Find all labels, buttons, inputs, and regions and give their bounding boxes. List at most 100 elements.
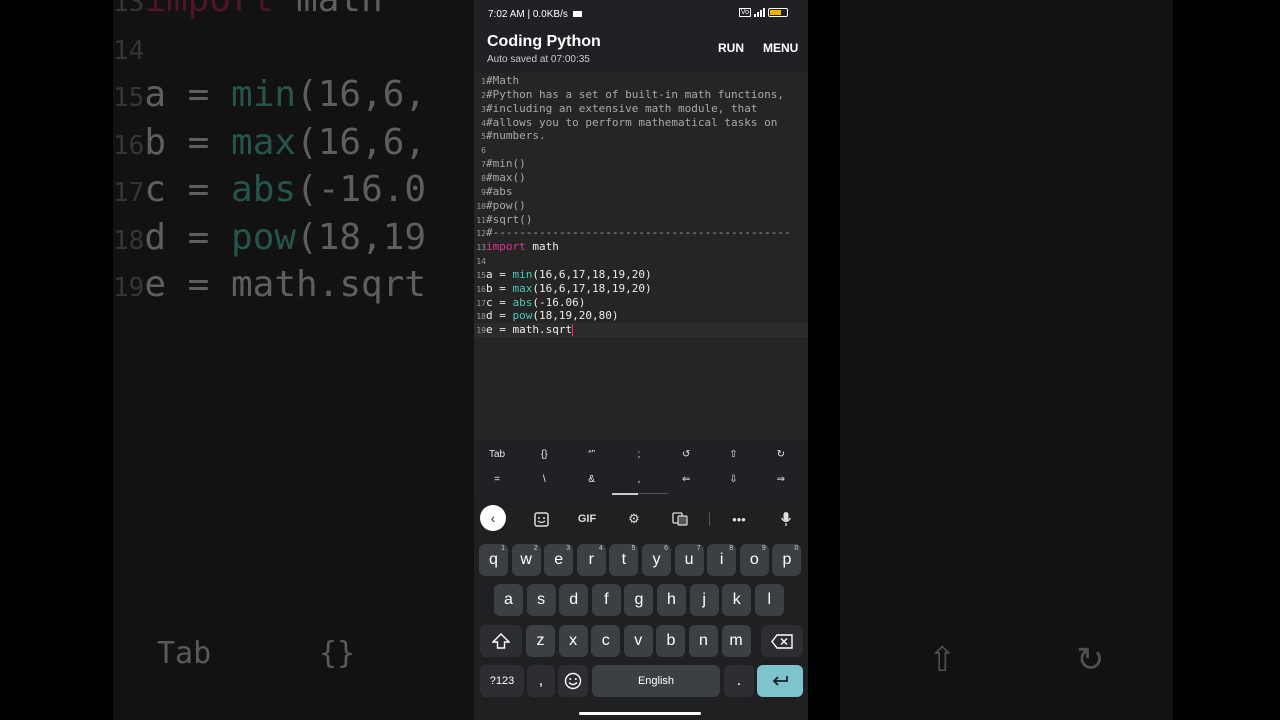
enter-key[interactable]	[757, 665, 803, 697]
translate-icon[interactable]	[665, 506, 695, 532]
code-token: #min()	[486, 157, 526, 171]
key-s[interactable]: s	[526, 584, 556, 616]
microphone-icon[interactable]	[771, 506, 801, 532]
background-code-token: c =	[144, 169, 232, 210]
key-number-hint: 0	[794, 545, 799, 552]
symbol-key[interactable]: {}	[524, 449, 564, 460]
key-f[interactable]: f	[591, 584, 621, 616]
symbol-key[interactable]: ↻	[761, 449, 801, 460]
key-b[interactable]: b	[656, 625, 686, 657]
key-o[interactable]: o9	[739, 544, 769, 576]
symbol-key[interactable]: ⇩	[714, 474, 754, 485]
key-r[interactable]: r4	[576, 544, 606, 576]
key-x[interactable]: x	[558, 625, 588, 657]
line-code: e = math.sqrt	[486, 323, 574, 337]
line-code: d = pow(18,19,20,80)	[486, 309, 618, 323]
symbols-key[interactable]: ?123	[480, 665, 524, 697]
key-w[interactable]: w2	[511, 544, 541, 576]
symbol-key[interactable]: =	[477, 474, 517, 485]
code-line[interactable]: 9 #abs	[474, 185, 808, 199]
key-e[interactable]: e3	[544, 544, 574, 576]
key-d[interactable]: d	[559, 584, 589, 616]
settings-gear-icon[interactable]: ⚙	[619, 506, 649, 532]
sticker-icon[interactable]	[526, 506, 556, 532]
key-c[interactable]: c	[591, 625, 621, 657]
key-u[interactable]: u7	[674, 544, 704, 576]
code-line[interactable]: 5 #numbers.	[474, 129, 808, 143]
menu-button[interactable]: MENU	[763, 41, 798, 55]
key-q[interactable]: q1	[479, 544, 508, 576]
code-line[interactable]: 11 #sqrt()	[474, 213, 808, 227]
key-k[interactable]: k	[722, 584, 752, 616]
key-n[interactable]: n	[689, 625, 718, 657]
code-line[interactable]: 16 b = max(16,6,17,18,19,20)	[474, 282, 808, 296]
keyboard-back-icon[interactable]: ‹	[480, 505, 506, 531]
symbol-bar-scroll-indicator	[612, 493, 638, 495]
code-token: (16,6,17,18,19,20)	[532, 267, 652, 281]
emoji-icon[interactable]	[558, 665, 588, 697]
background-code-line: 14	[113, 26, 426, 74]
background-line-number: 17	[113, 178, 145, 208]
space-key[interactable]: English	[592, 665, 720, 697]
code-line[interactable]: 13 import math	[474, 240, 808, 254]
code-editor[interactable]: 1 #Math 2 #Python has a set of built-in mat…	[474, 73, 808, 440]
symbol-key[interactable]: Tab	[477, 449, 517, 460]
code-line[interactable]: 19 e = math.sqrt	[474, 323, 808, 337]
key-m[interactable]: m	[721, 625, 751, 657]
comma-key[interactable]: ,	[527, 665, 555, 697]
gif-button[interactable]: GIF	[572, 506, 602, 532]
code-line[interactable]: 2 #Python has a set of built-in math func…	[474, 88, 808, 102]
background-code-token: (-16.0	[296, 169, 427, 210]
code-line[interactable]: 3 #including an extensive math module, th…	[474, 102, 808, 116]
code-line[interactable]: 4 #allows you to perform mathematical tas…	[474, 116, 808, 130]
background-code-line: 15a = min(16,6,	[113, 73, 426, 121]
status-time-text: 7:02 AM | 0.0KB/s	[488, 9, 568, 20]
code-line[interactable]: 15 a = min(16,6,17,18,19,20)	[474, 268, 808, 282]
code-line[interactable]: 17 c = abs(-16.06)	[474, 296, 808, 310]
gesture-nav-bar[interactable]	[579, 712, 701, 715]
symbol-key[interactable]: &	[572, 474, 612, 485]
code-token: pow	[512, 309, 533, 323]
key-label: w	[520, 551, 532, 568]
period-key[interactable]: .	[724, 665, 754, 697]
volte-icon: Vo	[738, 8, 751, 17]
symbol-key[interactable]: ⇧	[714, 449, 754, 460]
symbol-key[interactable]: ⇒	[761, 474, 801, 485]
key-number-hint: 6	[664, 545, 668, 552]
code-token: #abs	[486, 184, 513, 198]
key-j[interactable]: j	[689, 584, 719, 616]
code-line[interactable]: 1 #Math	[474, 74, 808, 88]
shift-key[interactable]	[480, 625, 522, 657]
key-h[interactable]: h	[657, 584, 686, 616]
key-p[interactable]: p0	[772, 544, 802, 576]
symbol-key[interactable]: ⇐	[666, 474, 706, 485]
code-line[interactable]: 8 #max()	[474, 171, 808, 185]
background-code: 13import math14 15a = min(16,6,16b = max…	[113, 0, 426, 311]
code-line[interactable]: 18 d = pow(18,19,20,80)	[474, 309, 808, 323]
symbol-key[interactable]: ;	[619, 449, 659, 460]
code-token: min	[512, 267, 533, 281]
line-number: 19	[476, 326, 486, 336]
key-z[interactable]: z	[526, 625, 555, 657]
more-options-icon[interactable]: •••	[724, 506, 754, 532]
key-g[interactable]: g	[624, 584, 654, 616]
key-i[interactable]: i8	[707, 544, 737, 576]
code-line[interactable]: 14	[474, 254, 808, 268]
key-l[interactable]: l	[754, 584, 784, 616]
code-line[interactable]: 6	[474, 143, 808, 157]
symbol-key[interactable]: \	[524, 474, 564, 485]
code-line[interactable]: 7 #min()	[474, 157, 808, 171]
run-button[interactable]: RUN	[718, 41, 744, 55]
symbol-bar-scroll-track	[638, 493, 668, 494]
code-line[interactable]: 10 #pow()	[474, 199, 808, 213]
symbol-key[interactable]: “”	[572, 449, 612, 460]
symbol-key[interactable]: ,	[619, 474, 659, 485]
symbol-key[interactable]: ↺	[666, 449, 706, 460]
key-v[interactable]: v	[623, 625, 653, 657]
key-t[interactable]: t5	[609, 544, 639, 576]
key-label: p	[782, 551, 792, 568]
backspace-key[interactable]	[761, 625, 803, 657]
key-y[interactable]: y6	[642, 544, 671, 576]
code-line[interactable]: 12 #-------------------------------------…	[474, 226, 808, 240]
key-a[interactable]: a	[494, 584, 523, 616]
